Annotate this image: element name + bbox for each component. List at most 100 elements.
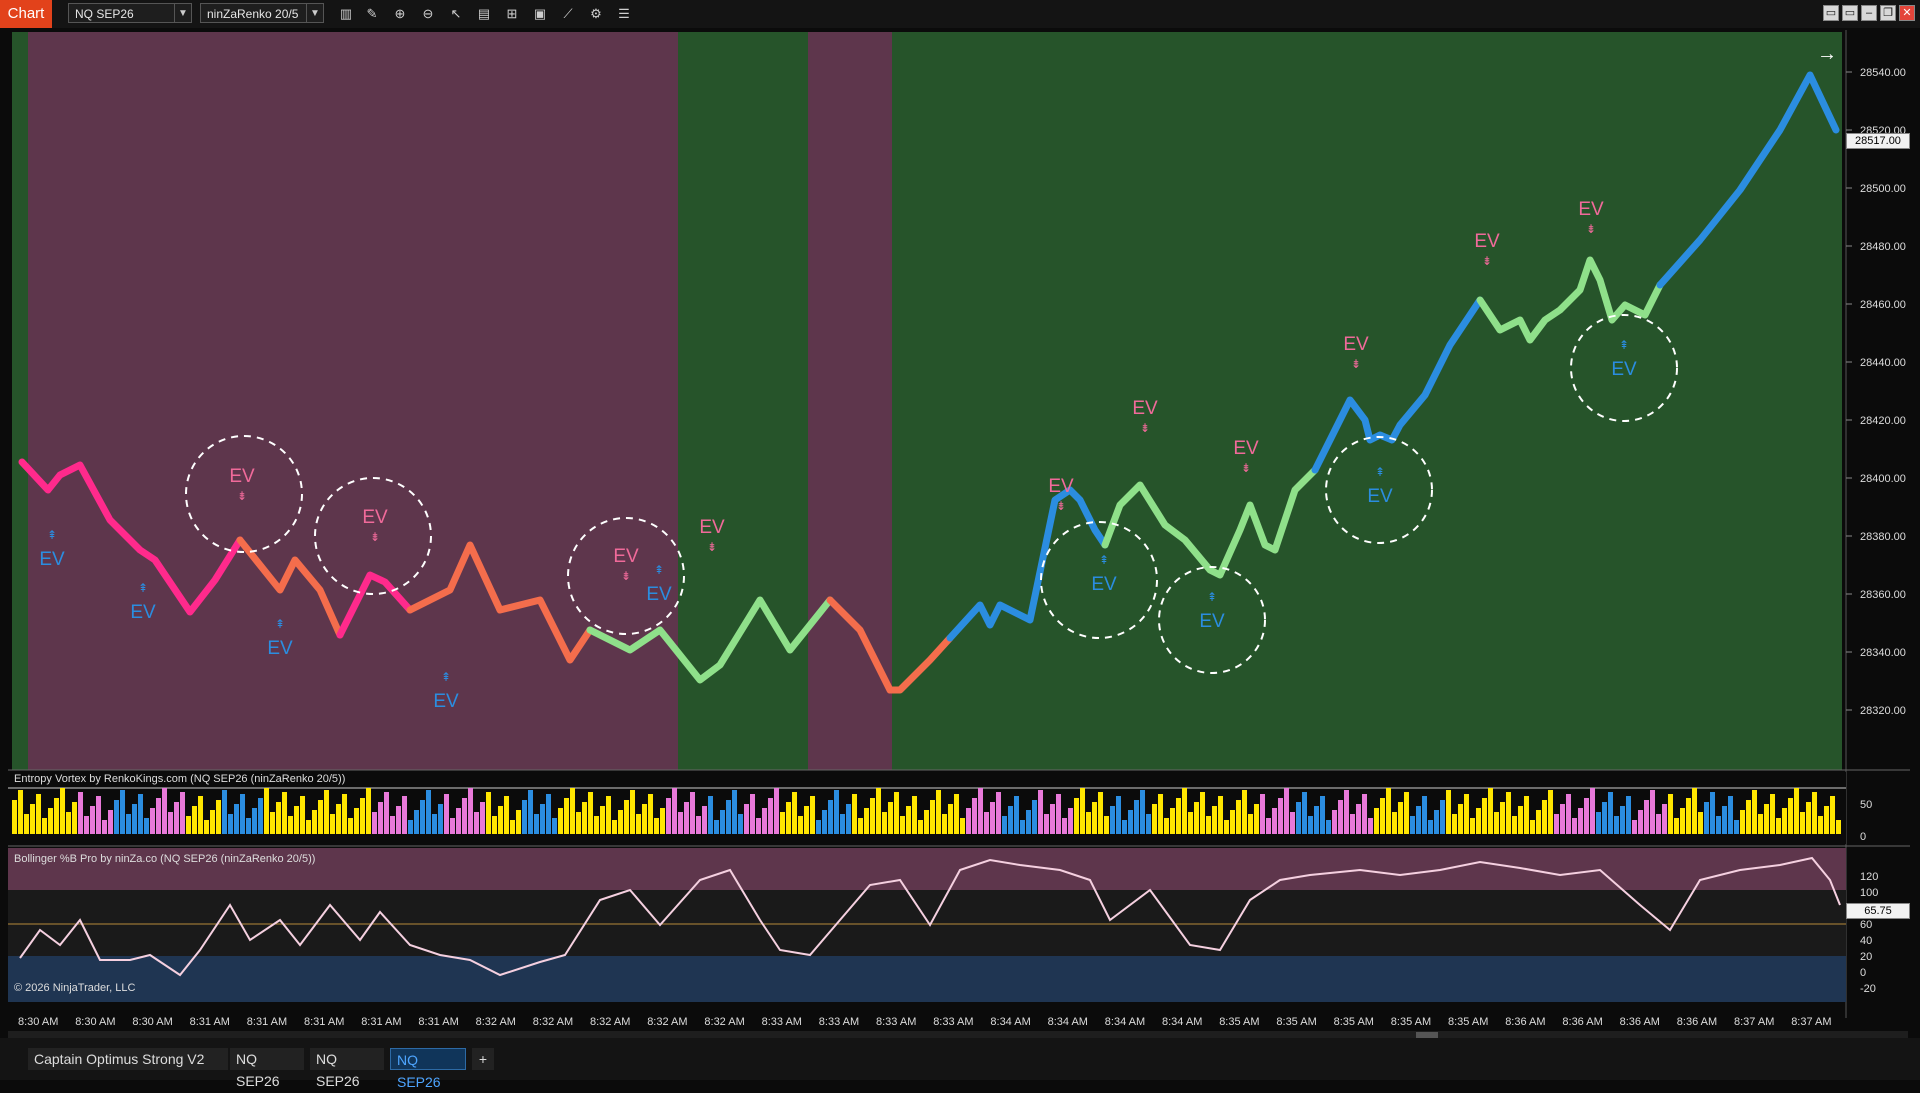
entropy-bar <box>1506 792 1511 834</box>
pointer-icon[interactable]: ↖ <box>447 5 465 23</box>
tab-chart-3[interactable]: NQ SEP26 <box>390 1048 466 1090</box>
entropy-bar <box>1716 816 1721 834</box>
time-tick-label: 8:34 AM <box>1105 1016 1145 1028</box>
bar-type-selector[interactable]: ninZaRenko 20/5 ▼ <box>200 3 324 23</box>
entropy-bar <box>1032 800 1037 834</box>
time-tick-label: 8:32 AM <box>590 1016 630 1028</box>
tab-workspace[interactable]: Captain Optimus Strong V2 <box>28 1048 228 1070</box>
chart-area[interactable]: 28540.00 28520.00 28500.00 28480.00 28460.00… <box>0 28 1920 1039</box>
entropy-bar <box>1020 820 1025 834</box>
copyright-text: © 2026 NinjaTrader, LLC <box>14 982 136 994</box>
chevron-down-icon[interactable]: ▼ <box>306 4 323 22</box>
entropy-bar <box>870 798 875 834</box>
tab-chart-2[interactable]: NQ SEP26 <box>310 1048 384 1089</box>
entropy-bar <box>294 806 299 834</box>
data-box-icon[interactable]: ▤ <box>475 5 493 23</box>
entropy-bar <box>750 794 755 834</box>
current-percent-b-marker: 65.75 <box>1846 903 1910 919</box>
drawing-tool-icon[interactable]: ✎ <box>363 5 381 23</box>
entropy-bar <box>834 790 839 834</box>
bar-style-icon[interactable]: ▥ <box>337 5 355 23</box>
time-tick-label: 8:34 AM <box>990 1016 1030 1028</box>
minimize-icon[interactable]: – <box>1861 5 1877 21</box>
current-price-marker: 28517.00 <box>1846 133 1910 149</box>
entropy-bar <box>1224 820 1229 834</box>
entropy-bar <box>342 794 347 834</box>
bollinger-tick-label: 20 <box>1860 951 1872 963</box>
entropy-bar <box>1818 816 1823 834</box>
entropy-bar <box>1326 820 1331 834</box>
entropy-bar <box>1128 810 1133 834</box>
entropy-bar <box>1194 802 1199 834</box>
chart-menu-button[interactable]: Chart <box>0 0 52 28</box>
instrument-selector[interactable]: NQ SEP26 ▼ <box>68 3 192 23</box>
tile-window-icon[interactable]: ▭ <box>1823 5 1839 21</box>
entropy-bar <box>1572 818 1577 834</box>
entropy-bar <box>504 796 509 834</box>
entropy-bar <box>1794 788 1799 834</box>
properties-icon[interactable]: ⚙ <box>587 5 605 23</box>
entropy-bar <box>450 818 455 834</box>
entropy-bar <box>1260 794 1265 834</box>
entropy-bar <box>1452 814 1457 834</box>
entropy-bar <box>912 796 917 834</box>
entropy-bar <box>756 818 761 834</box>
time-tick-label: 8:35 AM <box>1334 1016 1374 1028</box>
entropy-bar <box>318 800 323 834</box>
entropy-bar <box>1446 790 1451 834</box>
price-tick-label: 28360.00 <box>1860 589 1906 601</box>
entropy-bar <box>1644 800 1649 834</box>
chart-canvas[interactable]: 28540.0028520.0028500.0028480.0028460.00… <box>0 28 1920 1039</box>
entropy-bar <box>1056 794 1061 834</box>
entropy-bar <box>1596 812 1601 834</box>
time-tick-label: 8:37 AM <box>1791 1016 1831 1028</box>
entropy-bar <box>486 792 491 834</box>
indicators-icon[interactable]: ⟋ <box>559 5 577 23</box>
cascade-window-icon[interactable]: ▭ <box>1842 5 1858 21</box>
strategies-icon[interactable]: ▣ <box>531 5 549 23</box>
entropy-bar <box>432 814 437 834</box>
time-tick-label: 8:34 AM <box>1048 1016 1088 1028</box>
entropy-bar <box>1266 818 1271 834</box>
entropy-bar <box>1584 798 1589 834</box>
entropy-bar <box>222 790 227 834</box>
entropy-bar <box>642 804 647 834</box>
entropy-bar <box>936 790 941 834</box>
ev-arrow-icon: ⇟ <box>1351 357 1361 371</box>
entropy-bar <box>72 802 77 834</box>
entropy-bar <box>744 804 749 834</box>
entropy-bar <box>1014 796 1019 834</box>
zoom-in-icon[interactable]: ⊕ <box>391 5 409 23</box>
tab-chart-1[interactable]: NQ SEP26 <box>230 1048 304 1089</box>
entropy-bar <box>1704 802 1709 834</box>
entropy-bar <box>780 812 785 834</box>
close-icon[interactable]: ✕ <box>1899 5 1915 21</box>
entropy-bar <box>36 794 41 834</box>
list-icon[interactable]: ☰ <box>615 5 633 23</box>
ev-arrow-icon: ⇟ <box>1586 222 1596 236</box>
entropy-bar <box>540 804 545 834</box>
chevron-down-icon[interactable]: ▼ <box>174 4 191 22</box>
maximize-icon[interactable]: ❐ <box>1880 5 1896 21</box>
time-tick-label: 8:33 AM <box>762 1016 802 1028</box>
entropy-bar <box>1344 790 1349 834</box>
time-tick-label: 8:30 AM <box>75 1016 115 1028</box>
entropy-bar <box>648 794 653 834</box>
entropy-bar <box>1686 798 1691 834</box>
time-tick-label: 8:36 AM <box>1620 1016 1660 1028</box>
zoom-out-icon[interactable]: ⊖ <box>419 5 437 23</box>
time-tick-label: 8:36 AM <box>1505 1016 1545 1028</box>
ev-arrow-icon: ⇟ <box>1241 461 1251 475</box>
entropy-bar <box>1098 792 1103 834</box>
entropy-bar <box>1062 818 1067 834</box>
add-tab-button[interactable]: + <box>472 1048 494 1070</box>
time-tick-label: 8:35 AM <box>1391 1016 1431 1028</box>
templates-icon[interactable]: ⊞ <box>503 5 521 23</box>
entropy-bar <box>828 800 833 834</box>
entropy-bar <box>1746 800 1751 834</box>
entropy-bar <box>426 790 431 834</box>
entropy-bar <box>1374 808 1379 834</box>
entropy-bar <box>516 810 521 834</box>
bollinger-tick-label: 120 <box>1860 871 1878 883</box>
entropy-bar <box>402 796 407 834</box>
